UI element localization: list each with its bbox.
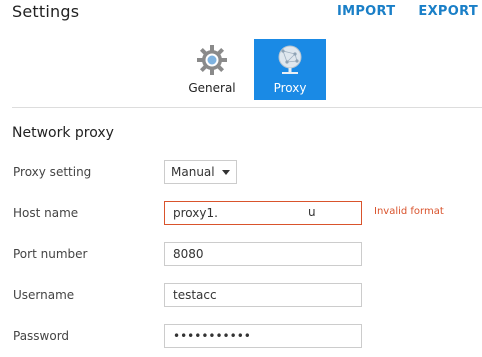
gear-icon <box>197 45 227 75</box>
password-row: Password ••••••••••• <box>13 324 482 350</box>
port-number-label: Port number <box>13 247 88 261</box>
host-name-trailing-text: u <box>308 205 316 219</box>
settings-page: Settings IMPORT EXPORT General Proxy Net… <box>0 0 482 357</box>
tab-general-label: General <box>188 81 236 95</box>
tab-proxy[interactable]: Proxy <box>254 39 326 100</box>
username-input[interactable]: testacc <box>164 283 362 307</box>
password-label: Password <box>13 329 70 343</box>
host-name-row: Host name proxy1. u Invalid format <box>13 201 482 227</box>
host-name-input[interactable]: proxy1. u <box>164 201 362 225</box>
import-button[interactable]: IMPORT <box>337 4 395 19</box>
section-divider <box>12 107 482 108</box>
header-actions: IMPORT EXPORT <box>337 4 478 19</box>
chevron-down-icon <box>222 170 230 175</box>
port-number-row: Port number 8080 <box>13 242 482 268</box>
globe-network-icon <box>278 45 302 74</box>
tab-general[interactable]: General <box>170 39 254 100</box>
host-name-value: proxy1. <box>173 206 218 220</box>
tab-proxy-label: Proxy <box>273 81 307 95</box>
username-label: Username <box>13 288 75 302</box>
proxy-setting-label: Proxy setting <box>13 165 92 179</box>
settings-tabs: General Proxy <box>170 39 326 100</box>
password-value: ••••••••••• <box>173 329 251 343</box>
username-row: Username testacc <box>13 283 482 309</box>
page-title: Settings <box>12 2 80 21</box>
port-number-input[interactable]: 8080 <box>164 242 362 266</box>
host-name-label: Host name <box>13 206 79 220</box>
port-number-value: 8080 <box>173 247 204 261</box>
username-value: testacc <box>173 288 217 302</box>
password-input[interactable]: ••••••••••• <box>164 324 362 348</box>
proxy-setting-value: Manual <box>171 165 215 179</box>
section-title: Network proxy <box>12 125 114 141</box>
proxy-setting-select[interactable]: Manual <box>164 160 237 184</box>
export-button[interactable]: EXPORT <box>418 4 478 19</box>
host-name-error: Invalid format <box>374 206 444 217</box>
proxy-setting-row: Proxy setting Manual <box>13 160 482 186</box>
